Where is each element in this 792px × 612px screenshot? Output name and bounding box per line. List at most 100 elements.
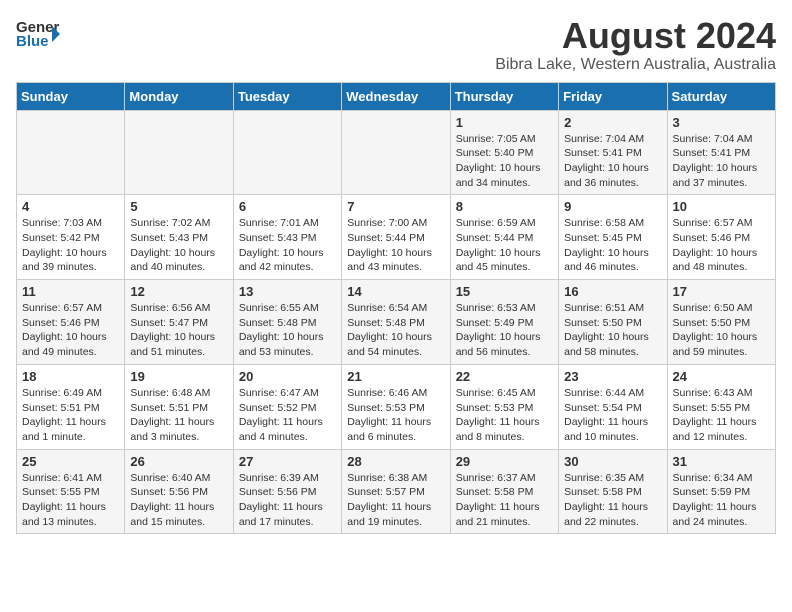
day-info: Sunrise: 6:35 AM Sunset: 5:58 PM Dayligh… <box>564 471 661 530</box>
day-info: Sunrise: 6:34 AM Sunset: 5:59 PM Dayligh… <box>673 471 770 530</box>
day-number: 2 <box>564 115 661 130</box>
title-section: August 2024 Bibra Lake, Western Australi… <box>495 16 776 74</box>
day-cell: 14Sunrise: 6:54 AM Sunset: 5:48 PM Dayli… <box>342 280 450 365</box>
weekday-header-thursday: Thursday <box>450 82 558 110</box>
day-cell: 1 Sunrise: 7:05 AM Sunset: 5:40 PM Daylig… <box>450 110 558 195</box>
day-cell: 8Sunrise: 6:59 AM Sunset: 5:44 PM Daylig… <box>450 195 558 280</box>
week-row-2: 4 Sunrise: 7:03 AM Sunset: 5:42 PM Daylig… <box>17 195 776 280</box>
day-cell: 7 Sunrise: 7:00 AM Sunset: 5:44 PM Daylig… <box>342 195 450 280</box>
day-cell: 31 Sunrise: 6:34 AM Sunset: 5:59 PM Dayli… <box>667 449 775 534</box>
day-number: 4 <box>22 199 119 214</box>
week-row-5: 25 Sunrise: 6:41 AM Sunset: 5:55 PM Dayli… <box>17 449 776 534</box>
day-number: 9 <box>564 199 661 214</box>
day-number: 12 <box>130 284 227 299</box>
day-cell <box>125 110 233 195</box>
day-info: Sunrise: 6:58 AM Sunset: 5:45 PM Dayligh… <box>564 216 661 275</box>
day-info: Sunrise: 6:57 AM Sunset: 5:46 PM Dayligh… <box>673 216 770 275</box>
day-cell: 21 Sunrise: 6:46 AM Sunset: 5:53 PM Dayli… <box>342 364 450 449</box>
svg-text:Blue: Blue <box>16 33 49 50</box>
day-cell: 26 Sunrise: 6:40 AM Sunset: 5:56 PM Dayli… <box>125 449 233 534</box>
day-number: 17 <box>673 284 770 299</box>
day-number: 31 <box>673 454 770 469</box>
day-number: 28 <box>347 454 444 469</box>
day-cell: 2Sunrise: 7:04 AM Sunset: 5:41 PM Daylig… <box>559 110 667 195</box>
day-info: Sunrise: 6:57 AM Sunset: 5:46 PM Dayligh… <box>22 301 119 360</box>
day-info: Sunrise: 6:38 AM Sunset: 5:57 PM Dayligh… <box>347 471 444 530</box>
day-cell: 15Sunrise: 6:53 AM Sunset: 5:49 PM Dayli… <box>450 280 558 365</box>
logo-icon: General Blue <box>16 16 56 44</box>
weekday-header-tuesday: Tuesday <box>233 82 341 110</box>
day-info: Sunrise: 7:03 AM Sunset: 5:42 PM Dayligh… <box>22 216 119 275</box>
day-info: Sunrise: 7:01 AM Sunset: 5:43 PM Dayligh… <box>239 216 336 275</box>
day-cell: 30 Sunrise: 6:35 AM Sunset: 5:58 PM Dayli… <box>559 449 667 534</box>
day-number: 10 <box>673 199 770 214</box>
day-number: 30 <box>564 454 661 469</box>
day-info: Sunrise: 6:43 AM Sunset: 5:55 PM Dayligh… <box>673 386 770 445</box>
day-cell: 25 Sunrise: 6:41 AM Sunset: 5:55 PM Dayli… <box>17 449 125 534</box>
day-number: 29 <box>456 454 553 469</box>
day-cell: 20 Sunrise: 6:47 AM Sunset: 5:52 PM Dayli… <box>233 364 341 449</box>
day-cell: 3 Sunrise: 7:04 AM Sunset: 5:41 PM Daylig… <box>667 110 775 195</box>
day-number: 26 <box>130 454 227 469</box>
day-info: Sunrise: 6:41 AM Sunset: 5:55 PM Dayligh… <box>22 471 119 530</box>
day-number: 18 <box>22 369 119 384</box>
day-number: 11 <box>22 284 119 299</box>
day-info: Sunrise: 6:54 AM Sunset: 5:48 PM Dayligh… <box>347 301 444 360</box>
day-info: Sunrise: 6:44 AM Sunset: 5:54 PM Dayligh… <box>564 386 661 445</box>
day-cell: 29 Sunrise: 6:37 AM Sunset: 5:58 PM Dayli… <box>450 449 558 534</box>
day-info: Sunrise: 6:59 AM Sunset: 5:44 PM Dayligh… <box>456 216 553 275</box>
weekday-header-monday: Monday <box>125 82 233 110</box>
day-number: 24 <box>673 369 770 384</box>
day-number: 23 <box>564 369 661 384</box>
weekday-header-sunday: Sunday <box>17 82 125 110</box>
week-row-3: 11 Sunrise: 6:57 AM Sunset: 5:46 PM Dayli… <box>17 280 776 365</box>
day-info: Sunrise: 6:47 AM Sunset: 5:52 PM Dayligh… <box>239 386 336 445</box>
day-number: 6 <box>239 199 336 214</box>
day-cell <box>17 110 125 195</box>
day-number: 16 <box>564 284 661 299</box>
day-info: Sunrise: 7:04 AM Sunset: 5:41 PM Dayligh… <box>673 132 770 191</box>
header-row: SundayMondayTuesdayWednesdayThursdayFrid… <box>17 82 776 110</box>
day-info: Sunrise: 6:48 AM Sunset: 5:51 PM Dayligh… <box>130 386 227 445</box>
calendar-title: August 2024 <box>495 16 776 56</box>
day-number: 25 <box>22 454 119 469</box>
day-cell: 17 Sunrise: 6:50 AM Sunset: 5:50 PM Dayli… <box>667 280 775 365</box>
day-cell: 19 Sunrise: 6:48 AM Sunset: 5:51 PM Dayli… <box>125 364 233 449</box>
day-cell: 5Sunrise: 7:02 AM Sunset: 5:43 PM Daylig… <box>125 195 233 280</box>
week-row-4: 18 Sunrise: 6:49 AM Sunset: 5:51 PM Dayli… <box>17 364 776 449</box>
day-cell: 22Sunrise: 6:45 AM Sunset: 5:53 PM Dayli… <box>450 364 558 449</box>
logo: General Blue <box>16 16 56 44</box>
day-info: Sunrise: 6:37 AM Sunset: 5:58 PM Dayligh… <box>456 471 553 530</box>
day-number: 21 <box>347 369 444 384</box>
day-info: Sunrise: 6:50 AM Sunset: 5:50 PM Dayligh… <box>673 301 770 360</box>
calendar-subtitle: Bibra Lake, Western Australia, Australia <box>495 56 776 74</box>
day-info: Sunrise: 6:49 AM Sunset: 5:51 PM Dayligh… <box>22 386 119 445</box>
day-info: Sunrise: 6:40 AM Sunset: 5:56 PM Dayligh… <box>130 471 227 530</box>
day-cell <box>233 110 341 195</box>
day-cell: 4 Sunrise: 7:03 AM Sunset: 5:42 PM Daylig… <box>17 195 125 280</box>
day-number: 1 <box>456 115 553 130</box>
day-cell: 16 Sunrise: 6:51 AM Sunset: 5:50 PM Dayli… <box>559 280 667 365</box>
day-number: 15 <box>456 284 553 299</box>
day-cell: 11 Sunrise: 6:57 AM Sunset: 5:46 PM Dayli… <box>17 280 125 365</box>
weekday-header-wednesday: Wednesday <box>342 82 450 110</box>
day-info: Sunrise: 7:05 AM Sunset: 5:40 PM Dayligh… <box>456 132 553 191</box>
day-info: Sunrise: 6:51 AM Sunset: 5:50 PM Dayligh… <box>564 301 661 360</box>
day-number: 20 <box>239 369 336 384</box>
day-number: 19 <box>130 369 227 384</box>
day-info: Sunrise: 6:46 AM Sunset: 5:53 PM Dayligh… <box>347 386 444 445</box>
weekday-header-saturday: Saturday <box>667 82 775 110</box>
day-info: Sunrise: 7:00 AM Sunset: 5:44 PM Dayligh… <box>347 216 444 275</box>
day-info: Sunrise: 6:55 AM Sunset: 5:48 PM Dayligh… <box>239 301 336 360</box>
week-row-1: 1 Sunrise: 7:05 AM Sunset: 5:40 PM Daylig… <box>17 110 776 195</box>
day-cell: 28 Sunrise: 6:38 AM Sunset: 5:57 PM Dayli… <box>342 449 450 534</box>
day-cell: 23 Sunrise: 6:44 AM Sunset: 5:54 PM Dayli… <box>559 364 667 449</box>
day-number: 3 <box>673 115 770 130</box>
day-info: Sunrise: 6:56 AM Sunset: 5:47 PM Dayligh… <box>130 301 227 360</box>
day-number: 7 <box>347 199 444 214</box>
day-cell: 9 Sunrise: 6:58 AM Sunset: 5:45 PM Daylig… <box>559 195 667 280</box>
day-number: 5 <box>130 199 227 214</box>
day-number: 13 <box>239 284 336 299</box>
day-cell: 27Sunrise: 6:39 AM Sunset: 5:56 PM Dayli… <box>233 449 341 534</box>
day-number: 27 <box>239 454 336 469</box>
